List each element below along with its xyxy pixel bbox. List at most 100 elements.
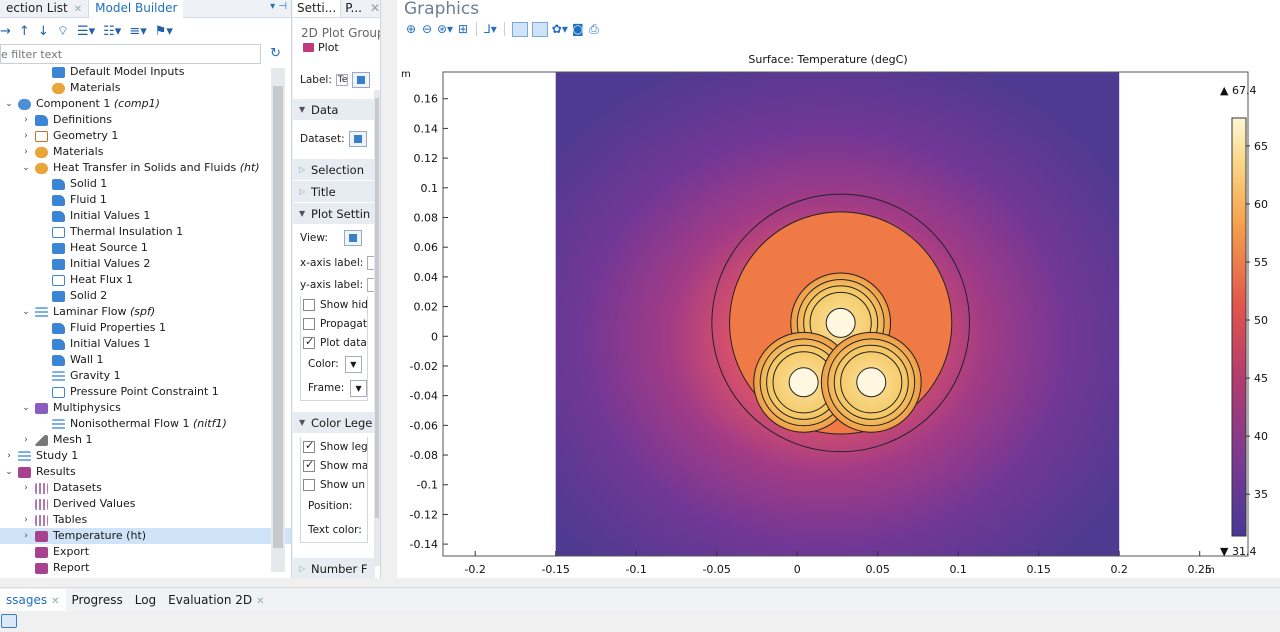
close-icon[interactable]: ✕ [74, 4, 82, 15]
frame-dropdown[interactable]: ▼ [350, 379, 367, 397]
list-icon[interactable]: ≡▾ [129, 24, 146, 39]
close-icon[interactable]: ✕ [256, 596, 264, 607]
section-selection[interactable]: ▷ Selection [293, 158, 375, 180]
settings-scrollbar[interactable] [374, 90, 380, 566]
expand-icon[interactable]: ☰▾ [77, 24, 95, 39]
collapse-icon[interactable]: ☷▾ [103, 24, 121, 39]
propagate-checkbox[interactable] [303, 317, 315, 330]
close-icon[interactable]: ✕ [51, 596, 59, 607]
chevron-down-icon[interactable]: ⌄ [21, 400, 31, 416]
tree-item[interactable]: ⌄ Multiphysics [0, 400, 291, 416]
propagate-row[interactable]: Propagate h [301, 314, 367, 333]
show-units-checkbox[interactable] [303, 478, 315, 491]
tab-log[interactable]: Log [129, 589, 162, 611]
tree-item[interactable]: › Datasets [0, 480, 291, 496]
label-reset-button[interactable] [351, 72, 370, 88]
show-units-row[interactable]: Show un [301, 475, 367, 494]
color-dropdown[interactable]: ▼ [344, 355, 362, 373]
show-max-checkbox[interactable] [303, 458, 315, 472]
chevron-right-icon[interactable]: › [21, 512, 31, 528]
plot-button[interactable]: Plot [293, 40, 380, 54]
tree-item[interactable]: ⌄ Heat Transfer in Solids and Fluids (ht) [0, 160, 291, 176]
tree-item[interactable]: › Temperature (ht) [0, 528, 291, 544]
show-hidden-row[interactable]: Show hidde [301, 296, 367, 314]
tree-item[interactable]: Default Model Inputs [0, 64, 291, 80]
chevron-right-icon[interactable]: › [21, 432, 31, 448]
tree-item[interactable]: Export [0, 544, 291, 560]
tree-item[interactable]: Fluid Properties 1 [0, 320, 291, 336]
plot-canvas[interactable]: -0.2 -0.15 -0.1 -0.05 0 0.05 0.1 0.15 0.2 0.250.1… [397, 0, 1280, 578]
tree-item[interactable]: Initial Values 1 [0, 208, 291, 224]
filter-box[interactable] [0, 44, 261, 64]
tree-item[interactable]: Solid 2 [0, 288, 291, 304]
tree-item[interactable]: Materials [0, 80, 291, 96]
arrow-right-icon[interactable]: → [0, 24, 11, 39]
tree-item[interactable]: Heat Source 1 [0, 240, 291, 256]
chevron-down-icon[interactable]: ⌄ [4, 464, 14, 480]
tab-settings[interactable]: Setti... [293, 0, 342, 17]
chevron-right-icon[interactable]: › [4, 448, 14, 464]
close-icon[interactable]: ✕ [366, 0, 380, 17]
build-icon[interactable]: ⚑▾ [155, 24, 173, 39]
arrow-down-icon[interactable]: ↓ [38, 24, 49, 39]
tree-item[interactable]: Derived Values [0, 496, 291, 512]
pin-icon[interactable]: ▾ ⊣ [270, 1, 287, 12]
chevron-right-icon[interactable]: › [21, 480, 31, 496]
tree-item[interactable]: Initial Values 1 [0, 336, 291, 352]
section-number-format[interactable]: ▷ Number F [293, 557, 375, 578]
tree-item[interactable]: ⌄ Component 1 (comp1) [0, 96, 291, 112]
section-color-legend[interactable]: ▼ Color Lege [293, 411, 375, 433]
tree-item[interactable]: › Tables [0, 512, 291, 528]
tab-selection-list[interactable]: ection List ✕ [0, 0, 88, 18]
plot-dataset-row[interactable]: Plot datase [301, 333, 367, 352]
show-icon[interactable]: ⌔ [57, 23, 69, 39]
chevron-down-icon[interactable]: ⌄ [21, 160, 31, 176]
tree-item[interactable]: Heat Flux 1 [0, 272, 291, 288]
tree-item[interactable]: Nonisothermal Flow 1 (nitf1) [0, 416, 291, 432]
chevron-down-icon[interactable]: ⌄ [4, 96, 14, 112]
plot-dataset-checkbox[interactable] [303, 335, 315, 349]
filter-input[interactable] [1, 47, 260, 61]
tab-model-builder[interactable]: Model Builder [88, 0, 184, 18]
section-plot-settings[interactable]: ▼ Plot Settin [293, 202, 375, 224]
show-legend-checkbox[interactable] [303, 439, 315, 453]
dataset-button[interactable] [348, 131, 367, 147]
chevron-right-icon[interactable]: › [21, 112, 31, 128]
tree-item[interactable]: ⌄ Laminar Flow (spf) [0, 304, 291, 320]
tree-item[interactable]: Report [0, 560, 291, 576]
tree-item[interactable]: ⌄ Results [0, 464, 291, 480]
show-legend-row[interactable]: Show leger [301, 437, 367, 456]
tree-item[interactable]: › Geometry 1 [0, 128, 291, 144]
chevron-down-icon[interactable]: ⌄ [21, 304, 31, 320]
scrollbar-thumb[interactable] [375, 98, 379, 518]
chevron-right-icon[interactable]: › [21, 144, 31, 160]
view-button[interactable] [343, 230, 362, 246]
chevron-right-icon[interactable]: › [21, 128, 31, 144]
tree-item[interactable]: › Study 1 [0, 448, 291, 464]
tree-item[interactable]: Thermal Insulation 1 [0, 224, 291, 240]
tree-scrollbar[interactable] [271, 68, 285, 572]
show-hidden-checkbox[interactable] [303, 299, 315, 311]
arrow-up-icon[interactable]: ↑ [19, 24, 30, 39]
chevron-right-icon[interactable]: › [21, 528, 31, 544]
tree-item[interactable]: Solid 1 [0, 176, 291, 192]
messages-icon[interactable] [1, 614, 17, 628]
tree-item[interactable]: › Materials [0, 144, 291, 160]
label-field-input[interactable]: Te [335, 74, 348, 86]
section-title[interactable]: ▷ Title [293, 180, 375, 202]
tab-properties[interactable]: P... [341, 0, 366, 17]
tab-evaluation-2d[interactable]: Evaluation 2D ✕ [162, 589, 270, 611]
show-max-row[interactable]: Show ma [301, 456, 367, 475]
tree-item[interactable]: › Definitions [0, 112, 291, 128]
tree-item[interactable]: Pressure Point Constraint 1 [0, 384, 291, 400]
scrollbar-thumb[interactable] [273, 86, 283, 548]
section-data[interactable]: ▼ Data [293, 98, 375, 120]
tree-item[interactable]: Fluid 1 [0, 192, 291, 208]
tab-progress[interactable]: Progress [66, 589, 129, 611]
refresh-icon[interactable]: ↻ [270, 46, 281, 61]
tree-item[interactable]: Gravity 1 [0, 368, 291, 384]
tree-item[interactable]: › Mesh 1 [0, 432, 291, 448]
tree-item[interactable]: Wall 1 [0, 352, 291, 368]
tree-item[interactable]: Initial Values 2 [0, 256, 291, 272]
tab-messages[interactable]: ssages ✕ [0, 588, 66, 611]
